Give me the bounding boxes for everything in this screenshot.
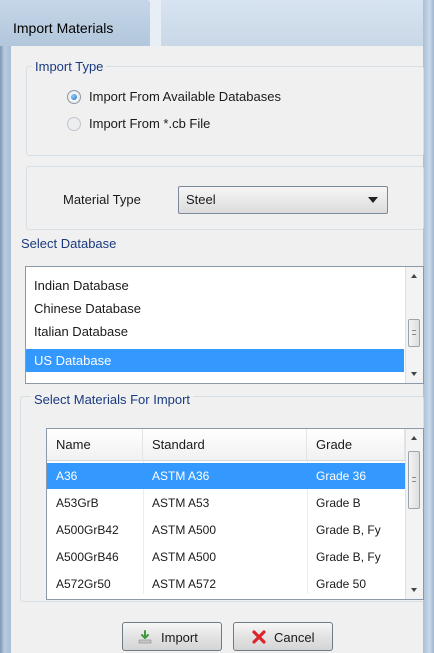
scroll-thumb[interactable] bbox=[408, 319, 420, 347]
column-header-name[interactable]: Name bbox=[47, 429, 143, 461]
scroll-thumb[interactable] bbox=[408, 451, 420, 509]
import-arrow-icon bbox=[138, 630, 152, 644]
cell-grade: Grade B, Fy bbox=[316, 523, 381, 537]
database-item[interactable]: Chinese Database bbox=[26, 297, 404, 320]
table-row[interactable]: A500GrB42 ASTM A500 Grade B, Fy bbox=[47, 517, 405, 543]
materials-scrollbar[interactable] bbox=[405, 429, 423, 599]
radio-cb-file[interactable]: Import From *.cb File bbox=[67, 116, 210, 131]
cell-name: A500GrB42 bbox=[56, 523, 119, 537]
dialog-body: Import Type Import From Available Databa… bbox=[11, 0, 424, 653]
material-type-combobox[interactable]: Steel bbox=[178, 186, 388, 214]
database-item[interactable]: Italian Database bbox=[26, 320, 404, 343]
scroll-up-icon[interactable] bbox=[411, 436, 417, 440]
chevron-down-icon[interactable] bbox=[368, 197, 378, 203]
import-type-label: Import Type bbox=[32, 59, 107, 74]
scroll-up-icon[interactable] bbox=[411, 274, 417, 278]
cell-name: A572Gr50 bbox=[56, 577, 111, 591]
cancel-button[interactable]: Cancel bbox=[233, 622, 333, 651]
database-item-selected[interactable]: US Database bbox=[26, 349, 404, 372]
cell-name: A53GrB bbox=[56, 496, 99, 510]
radio-available-databases[interactable]: Import From Available Databases bbox=[67, 89, 281, 104]
table-row[interactable]: A53GrB ASTM A53 Grade B bbox=[47, 490, 405, 516]
scroll-down-icon[interactable] bbox=[411, 372, 417, 376]
database-item[interactable]: Indian Database bbox=[26, 274, 404, 297]
import-button[interactable]: Import bbox=[122, 622, 222, 651]
window-frame-right bbox=[423, 0, 434, 653]
cell-standard: ASTM A53 bbox=[152, 496, 210, 510]
window-frame-left bbox=[0, 0, 11, 653]
import-type-group bbox=[26, 66, 424, 156]
materials-grid[interactable]: Name Standard Grade A36 ASTM A36 Grade 3… bbox=[46, 428, 424, 600]
cell-name: A36 bbox=[56, 469, 78, 483]
cell-grade: Grade 50 bbox=[316, 577, 367, 591]
table-row[interactable]: A500GrB46 ASTM A500 Grade B, Fy bbox=[47, 544, 405, 570]
select-database-label: Select Database bbox=[21, 236, 117, 251]
table-row-selected[interactable]: A36 ASTM A36 Grade 36 bbox=[47, 463, 405, 489]
cell-grade: Grade B, Fy bbox=[316, 550, 381, 564]
window-title: Import Materials bbox=[13, 20, 114, 36]
table-row[interactable]: A572Gr50 ASTM A572 Grade 50 bbox=[47, 571, 405, 597]
radio-label: Import From Available Databases bbox=[89, 89, 281, 104]
cell-grade: Grade 36 bbox=[316, 469, 367, 483]
column-header-grade[interactable]: Grade bbox=[307, 429, 405, 461]
cell-standard: ASTM A500 bbox=[152, 523, 217, 537]
cell-standard: ASTM A500 bbox=[152, 550, 217, 564]
cell-standard: ASTM A36 bbox=[152, 469, 210, 483]
import-button-label: Import bbox=[161, 630, 198, 645]
material-type-value: Steel bbox=[186, 192, 216, 207]
radio-unchecked-icon[interactable] bbox=[67, 116, 81, 131]
select-materials-label: Select Materials For Import bbox=[31, 392, 194, 407]
radio-label: Import From *.cb File bbox=[89, 116, 211, 131]
title-bar[interactable]: Import Materials bbox=[0, 0, 150, 46]
column-header-standard[interactable]: Standard bbox=[143, 429, 307, 461]
material-type-label: Material Type bbox=[63, 192, 141, 207]
cancel-button-label: Cancel bbox=[274, 630, 315, 645]
database-scrollbar[interactable] bbox=[405, 267, 423, 383]
red-x-icon bbox=[252, 630, 266, 644]
cell-standard: ASTM A572 bbox=[152, 577, 217, 591]
database-listbox[interactable]: Indian Database Chinese Database Italian… bbox=[25, 266, 424, 384]
cell-name: A500GrB46 bbox=[56, 550, 119, 564]
scroll-down-icon[interactable] bbox=[411, 588, 417, 592]
cell-grade: Grade B bbox=[316, 496, 361, 510]
radio-checked-icon[interactable] bbox=[67, 89, 81, 104]
